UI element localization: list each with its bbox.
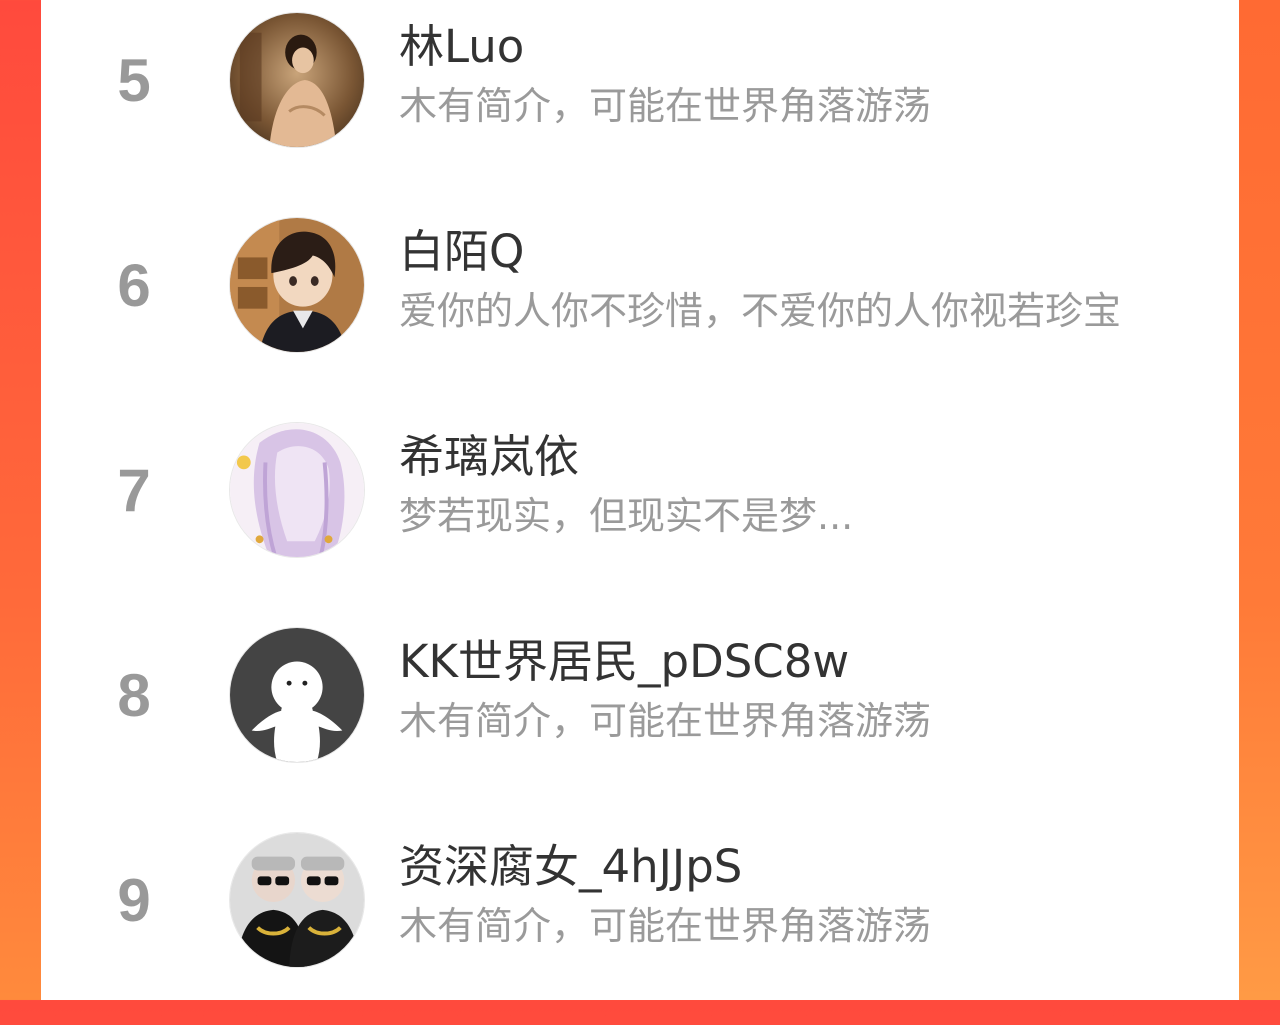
user-bio: 木有简介，可能在世界角落游荡 [399, 699, 932, 743]
user-name[interactable]: 林Luo [399, 18, 524, 76]
user-name[interactable]: 希璃岚依 [399, 428, 579, 486]
user-avatar[interactable] [229, 627, 365, 763]
ranking-list-item[interactable]: 7 希璃岚依 梦若现实，但现实不是梦... [41, 410, 1239, 615]
user-avatar[interactable] [229, 217, 365, 353]
user-name[interactable]: 资深腐女_4hJJpS [399, 838, 742, 896]
avatar-anime-girl-lavender-icon [230, 423, 364, 557]
ranking-list-panel: 5 林Luo 木有简介，可能在世界角落游荡 6 白陌Q 爱你的人你不珍惜，不爱你… [41, 0, 1239, 1000]
avatar-woman-painting-icon [230, 13, 364, 147]
background-edge-right [1239, 0, 1280, 1000]
rank-number: 7 [117, 457, 151, 524]
ranking-list-item[interactable]: 8 KK世界居民_pDSC8w 木有简介，可能在世界角落游荡 [41, 615, 1239, 820]
avatar-default-silhouette-icon [230, 628, 364, 762]
ranking-list-item[interactable]: 6 白陌Q 爱你的人你不珍惜，不爱你的人你视若珍宝 [41, 205, 1239, 410]
avatar-two-people-sunglasses-icon [230, 833, 364, 967]
avatar-anime-boy-icon [230, 218, 364, 352]
user-bio: 木有简介，可能在世界角落游荡 [399, 84, 932, 128]
ranking-list-item[interactable]: 9 资深腐女_4hJJpS 木有简介，可能在世界角落游荡 [41, 820, 1239, 1025]
user-avatar[interactable] [229, 12, 365, 148]
user-avatar[interactable] [229, 832, 365, 968]
ranking-list-item[interactable]: 5 林Luo 木有简介，可能在世界角落游荡 [41, 0, 1239, 205]
rank-number: 5 [117, 47, 151, 114]
user-name[interactable]: 白陌Q [399, 223, 524, 281]
user-avatar[interactable] [229, 422, 365, 558]
rank-number: 9 [117, 867, 151, 934]
user-name[interactable]: KK世界居民_pDSC8w [399, 633, 849, 691]
user-bio: 梦若现实，但现实不是梦... [399, 494, 854, 538]
rank-number: 8 [117, 662, 151, 729]
user-bio: 爱你的人你不珍惜，不爱你的人你视若珍宝 [399, 289, 1122, 333]
rank-number: 6 [117, 252, 151, 319]
user-bio: 木有简介，可能在世界角落游荡 [399, 904, 932, 948]
